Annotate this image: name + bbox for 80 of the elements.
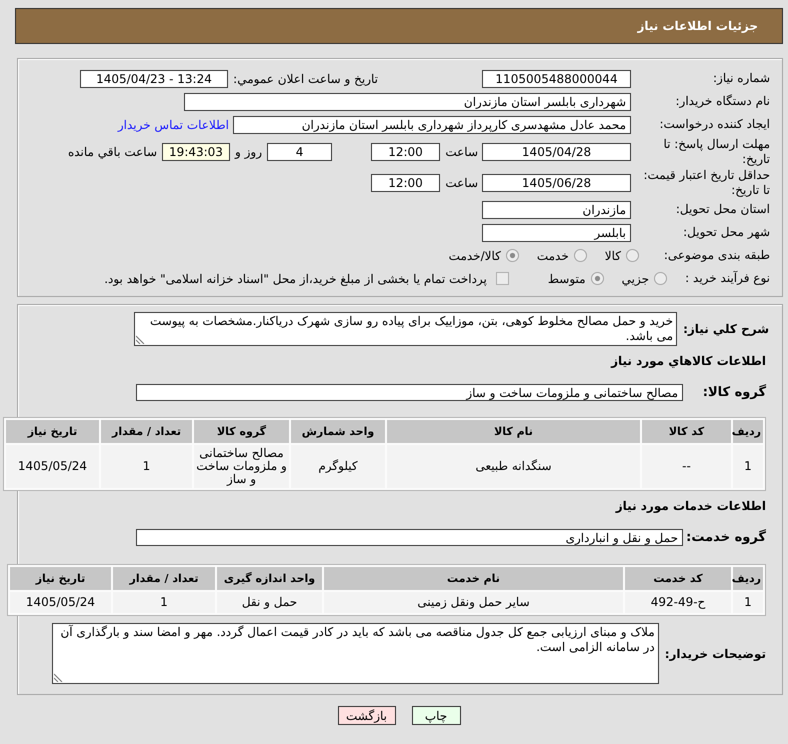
field-label: شرح کلي نیاز:: [683, 322, 769, 336]
province-field[interactable]: مازندران: [482, 200, 631, 218]
column-header: تاریخ نیاز: [6, 420, 99, 443]
radio-label: کالا: [604, 248, 621, 262]
city-field[interactable]: بابلسر: [482, 224, 631, 242]
radio-label: خدمت: [536, 248, 569, 262]
time-label: ساعت: [444, 176, 478, 190]
column-header: کد کالا: [642, 420, 731, 443]
field-label: نام دستگاه خریدار:: [674, 94, 770, 109]
service-group-field[interactable]: حمل و نقل و انبارداری: [136, 529, 683, 546]
column-header: تعداد / مقدار: [101, 420, 192, 443]
description-field[interactable]: خرید و حمل مصالح مخلوط کوهی، بتن، موزاییک برای پیاده رو سازی شهرک دریاکنار.مشخصات به پیوست می باشد.: [134, 312, 678, 346]
column-header: واحد شمارش: [291, 420, 385, 443]
time-label: ساعت: [444, 144, 478, 158]
resize-grip-icon[interactable]: [54, 673, 63, 682]
table-cell: 1405/05/24: [6, 445, 99, 488]
validity-time-field[interactable]: 12:00: [371, 174, 440, 192]
section-heading: اطلاعات خدمات مورد نیاز: [614, 499, 767, 514]
column-header: واحد اندازه گیری: [217, 567, 322, 590]
field-label: تاریخ و ساعت اعلان عمومي:: [235, 72, 378, 86]
field-label: توضیحات خریدار:: [664, 646, 766, 660]
checkbox-label: پرداخت تمام یا بخشی از مبلغ خرید،از محل "اسناد خزانه اسلامی" خواهد بود.: [104, 272, 487, 286]
column-header: نام خدمت: [324, 567, 623, 590]
buyer-org-field[interactable]: شهرداری بابلسر استان مازندران: [184, 92, 631, 110]
field-label: نوع فرآیند خرید :: [684, 271, 770, 286]
table-cell: 1: [113, 592, 215, 613]
field-label: مهلت ارسال پاسخ: تا تاریخ:: [662, 136, 770, 166]
column-header: گروه کالا: [194, 420, 289, 443]
table-cell: 1: [101, 445, 192, 488]
goods-group-field[interactable]: مصالح ساختمانی و ملزومات ساخت و ساز: [136, 384, 683, 401]
radio-label: جزیي: [622, 272, 649, 286]
table-cell: 1405/05/24: [10, 592, 111, 613]
table-cell: 1: [733, 592, 763, 613]
announce-date-field[interactable]: 1405/04/23 - 13:24: [80, 70, 228, 88]
deadline-date-field[interactable]: 1405/04/28: [482, 142, 631, 160]
table-cell: سنگدانه طبیعی: [387, 445, 640, 488]
remaining-label: ساعت باقي مانده: [68, 144, 157, 158]
radio-label: متوسط: [548, 272, 586, 286]
buyer-contact-link[interactable]: اطلاعات تماس خریدار: [118, 118, 229, 132]
radio-button[interactable]: [626, 249, 639, 262]
column-header: ردیف: [733, 567, 763, 590]
field-label: گروه خدمت:: [689, 530, 766, 545]
page-title: جزئیات اطلاعات نیاز: [637, 19, 758, 33]
field-label: ایجاد کننده درخواست:: [658, 117, 770, 132]
days-field[interactable]: 4: [267, 142, 332, 160]
field-label: شماره نیاز:: [712, 71, 770, 86]
table-cell: سایر حمل ونقل زمینی: [324, 592, 623, 613]
field-label: شهر محل تحویل:: [682, 225, 770, 240]
field-label: استان محل تحویل:: [674, 202, 770, 217]
validity-date-field[interactable]: 1405/06/28: [482, 174, 631, 192]
table-cell: 1: [733, 445, 763, 488]
deadline-time-field[interactable]: 12:00: [371, 142, 440, 160]
radio-button[interactable]: [506, 249, 519, 262]
need-number-field[interactable]: 1105005488000044: [482, 70, 631, 88]
section-heading: اطلاعات کالاهاي مورد نیاز: [610, 354, 767, 369]
remaining-time-field[interactable]: 19:43:03: [162, 142, 230, 160]
back-button[interactable]: بازگشت: [338, 706, 396, 725]
days-label: روز و: [235, 144, 262, 158]
field-label: طبقه بندی موضوعی:: [662, 248, 770, 263]
radio-button[interactable]: [574, 249, 587, 262]
column-header: تعداد / مقدار: [113, 567, 215, 590]
column-header: ردیف: [733, 420, 763, 443]
resize-grip-icon[interactable]: [136, 335, 145, 344]
print-button[interactable]: چاپ: [412, 706, 460, 725]
column-header: کد خدمت: [625, 567, 731, 590]
column-header: نام کالا: [387, 420, 640, 443]
field-label: حداقل تاریخ اعتبار قیمت: تا تاریخ:: [642, 168, 770, 198]
column-header: تاریخ نیاز: [10, 567, 111, 590]
checkbox[interactable]: [496, 272, 509, 285]
table-cell: --: [642, 445, 731, 488]
radio-button[interactable]: [654, 272, 667, 285]
table-cell: حمل و نقل: [217, 592, 322, 613]
radio-button[interactable]: [590, 272, 604, 285]
radio-label: کالا/خدمت: [448, 248, 501, 262]
notes-field[interactable]: ملاک و مبنای ارزیابی جمع کل جدول مناقصه می باشد که باید در کادر قیمت اعمال گردد. مهر و امضا سند و بارگذاری آن در سامانه الزامی است.: [52, 623, 659, 684]
requester-field[interactable]: محمد عادل مشهدسری کارپرداز شهرداری بابلسر استان مازندران: [233, 116, 631, 134]
table-cell: مصالح ساختمانی و ملزومات ساخت و ساز: [194, 445, 289, 488]
field-label: گروه کالا:: [702, 385, 766, 400]
table-cell: ح-49-492: [625, 592, 731, 613]
table-cell: کیلوگرم: [291, 445, 385, 488]
